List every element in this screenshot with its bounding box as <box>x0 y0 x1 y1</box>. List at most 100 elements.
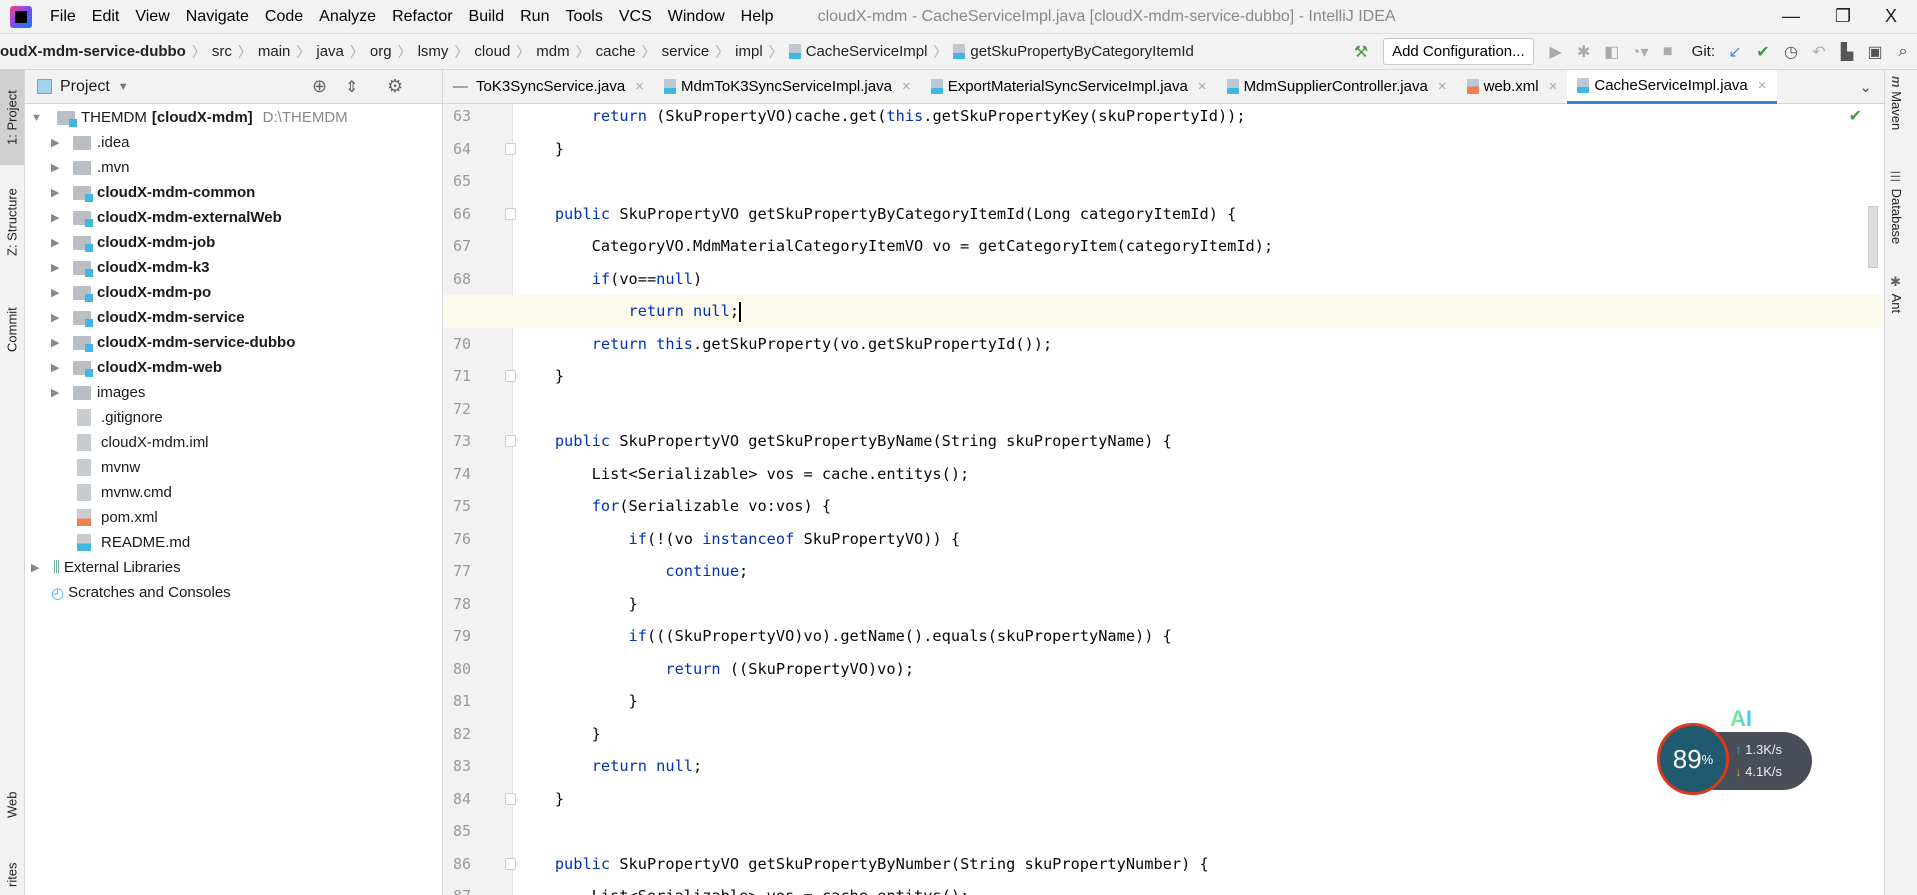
external-libraries[interactable]: ▶ ⫼ External Libraries <box>25 555 181 580</box>
editor-tab[interactable]: CacheServiceImpl.java × <box>1567 69 1777 104</box>
close-tab-icon[interactable]: × <box>902 78 911 95</box>
editor-tab[interactable]: ExportMaterialSyncServiceImpl.java × <box>921 70 1217 104</box>
editor-tab[interactable]: — ToK3SyncService.java × <box>443 70 654 104</box>
breadcrumb-item[interactable]: getSkuPropertyByCategoryItemId <box>953 43 1194 60</box>
breadcrumb-item[interactable]: impl <box>735 43 763 60</box>
gear-icon[interactable]: ⚙ <box>387 76 403 97</box>
fold-marker-icon[interactable] <box>505 792 516 805</box>
git-history-icon[interactable]: ◷ <box>1777 42 1805 62</box>
tree-item[interactable]: ▶ cloudX-mdm-externalWeb <box>25 205 282 230</box>
tab-list-chevron-icon[interactable]: ⌄ <box>1859 78 1872 96</box>
menu-view[interactable]: View <box>127 8 177 26</box>
menu-edit[interactable]: Edit <box>84 8 128 26</box>
close-tab-icon[interactable]: × <box>1198 78 1207 95</box>
breadcrumb-item[interactable]: src <box>212 43 232 60</box>
close-button[interactable]: X <box>1865 0 1917 33</box>
fold-marker-icon[interactable] <box>505 207 516 220</box>
stop-icon[interactable]: ■ <box>1654 43 1682 61</box>
tree-item[interactable]: mvnw.cmd <box>25 480 172 505</box>
tool-tab-maven[interactable]: m Maven <box>1889 76 1904 130</box>
tree-item[interactable]: pom.xml <box>25 505 158 530</box>
tree-item[interactable]: ▶ cloudX-mdm-web <box>25 355 222 380</box>
breadcrumb-item[interactable]: service <box>662 43 710 60</box>
menu-code[interactable]: Code <box>257 8 311 26</box>
project-view-selector[interactable]: Project <box>60 78 110 96</box>
fold-marker-icon[interactable] <box>505 370 516 382</box>
tree-item[interactable]: ▶ cloudX-mdm-k3 <box>25 255 210 280</box>
chevron-down-icon[interactable]: ▼ <box>118 81 129 93</box>
search-icon[interactable]: ⌕ <box>1889 43 1917 61</box>
tool-tab-ant[interactable]: ✱ Ant <box>1889 275 1904 313</box>
git-commit-icon[interactable]: ✔ <box>1749 42 1777 62</box>
scratches-and-consoles[interactable]: ◴ Scratches and Consoles <box>25 580 231 605</box>
presentation-icon[interactable]: ▣ <box>1861 42 1889 62</box>
breadcrumb-item[interactable]: org <box>370 43 392 60</box>
breadcrumb-item[interactable]: mdm <box>536 43 569 60</box>
profile-icon[interactable]: ◔▾ <box>1626 42 1654 62</box>
tool-tab-project[interactable]: 1: Project <box>0 70 24 165</box>
tool-tab-favorites[interactable]: rites <box>0 855 24 895</box>
tree-item[interactable]: ▶ cloudX-mdm-service <box>25 305 245 330</box>
tree-item[interactable]: cloudX-mdm.iml <box>25 430 209 455</box>
expand-arrow-icon[interactable]: ▶ <box>31 561 45 574</box>
editor-tab[interactable]: MdmSupplierController.java × <box>1217 70 1457 104</box>
menu-refactor[interactable]: Refactor <box>384 8 460 26</box>
fold-marker-icon[interactable] <box>505 857 516 870</box>
tree-item[interactable]: mvnw <box>25 455 140 480</box>
close-tab-icon[interactable]: × <box>1438 78 1447 95</box>
menu-build[interactable]: Build <box>461 8 513 26</box>
breadcrumb-item[interactable]: cloud <box>474 43 510 60</box>
tree-root[interactable]: ▼ THEMDM [cloudX-mdm] D:\THEMDM <box>25 105 348 130</box>
tree-item[interactable]: README.md <box>25 530 190 555</box>
breadcrumb-item[interactable]: cache <box>596 43 636 60</box>
breadcrumb-item[interactable]: CacheServiceImpl <box>788 43 927 60</box>
menu-run[interactable]: Run <box>512 8 557 26</box>
tool-tab-commit[interactable]: Commit <box>0 290 24 370</box>
build-hammer-icon[interactable]: ⚒ <box>1347 42 1375 62</box>
close-tab-icon[interactable]: × <box>1758 77 1767 94</box>
minimize-button[interactable]: — <box>1765 0 1817 33</box>
breadcrumb-item[interactable]: lsmy <box>418 43 449 60</box>
menu-analyze[interactable]: Analyze <box>311 8 384 26</box>
tool-tab-web[interactable]: Web <box>0 780 24 830</box>
menu-window[interactable]: Window <box>660 8 733 26</box>
expand-arrow-icon[interactable]: ▼ <box>31 112 45 124</box>
inspection-ok-icon[interactable]: ✔ <box>1849 106 1862 126</box>
menu-vcs[interactable]: VCS <box>611 8 660 26</box>
git-update-icon[interactable]: ↙ <box>1721 42 1749 62</box>
menu-help[interactable]: Help <box>733 8 782 26</box>
tree-item[interactable]: ▶ cloudX-mdm-common <box>25 180 255 205</box>
add-configuration-button[interactable]: Add Configuration... <box>1383 38 1534 65</box>
fold-marker-icon[interactable] <box>505 142 516 155</box>
tree-item[interactable]: .gitignore <box>25 405 163 430</box>
vertical-scrollbar[interactable] <box>1868 206 1878 268</box>
debug-icon[interactable]: ✱ <box>1570 42 1598 62</box>
breadcrumb-item[interactable]: java <box>316 43 344 60</box>
tree-item[interactable]: ▶ .mvn <box>25 155 130 180</box>
editor-tab[interactable]: web.xml × <box>1457 70 1568 104</box>
run-icon[interactable]: ▶ <box>1542 42 1570 62</box>
close-tab-icon[interactable]: × <box>635 78 644 95</box>
network-monitor-widget[interactable]: AI ↑ 1.3K/s ↓ 4.1K/s 89% <box>1657 706 1812 800</box>
restore-button[interactable]: ❐ <box>1817 0 1869 33</box>
tool-tab-database[interactable]: ☰ Database <box>1889 170 1904 244</box>
git-rollback-icon[interactable]: ↶ <box>1805 42 1833 62</box>
fold-marker-icon[interactable] <box>505 435 516 447</box>
coverage-icon[interactable]: ◧ <box>1598 42 1626 62</box>
menu-tools[interactable]: Tools <box>557 8 610 26</box>
tree-item[interactable]: ▶ cloudX-mdm-po <box>25 280 211 305</box>
project-structure-icon[interactable]: ▙ <box>1833 42 1861 62</box>
tree-item[interactable]: ▶ cloudX-mdm-service-dubbo <box>25 330 295 355</box>
tool-tab-structure[interactable]: Z: Structure <box>0 175 24 270</box>
menu-navigate[interactable]: Navigate <box>178 8 257 26</box>
tree-item[interactable]: ▶ cloudX-mdm-job <box>25 230 215 255</box>
collapse-all-icon[interactable]: ⇕ <box>345 77 358 97</box>
menu-file[interactable]: File <box>42 8 84 26</box>
breadcrumb-item[interactable]: main <box>258 43 291 60</box>
editor-tab[interactable]: MdmToK3SyncServiceImpl.java × <box>654 70 921 104</box>
tree-item[interactable]: ▶ images <box>25 380 145 405</box>
close-tab-icon[interactable]: × <box>1549 78 1558 95</box>
tree-item[interactable]: ▶ .idea <box>25 130 130 155</box>
locate-icon[interactable]: ⊕ <box>312 76 327 97</box>
breadcrumb-item[interactable]: oudX-mdm-service-dubbo <box>0 43 186 60</box>
